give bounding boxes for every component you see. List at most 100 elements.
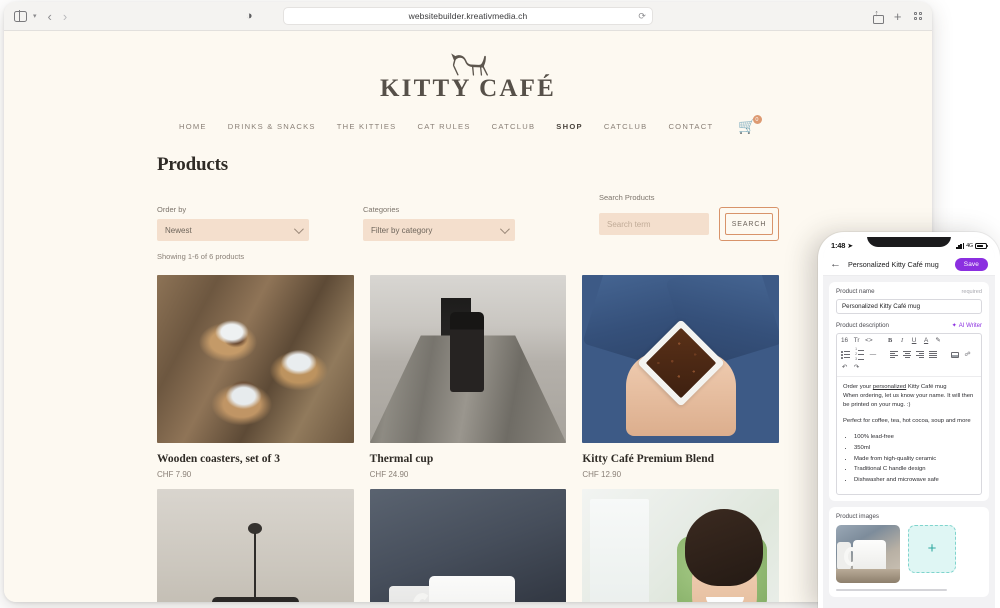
product-image-espresso-cups[interactable] [157,275,354,443]
search-button[interactable]: SEARCH [725,213,773,235]
description-paragraph-3: Perfect for coffee, tea, hot cocoa, soup… [843,418,971,425]
align-right-icon[interactable] [916,351,925,359]
product-image-thermal-cup[interactable] [369,275,567,443]
phone-mockup: 1:48 ➤ 4G ← Personalized Kitty Café mug … [818,232,1000,608]
list-item: 350ml [854,444,975,453]
product-card[interactable]: Wooden coasters, set of 3 CHF 7.90 [157,275,354,479]
press-stem-shape [254,532,257,602]
nav-item-the-kitties[interactable]: THE KITTIES [337,122,397,131]
align-left-icon[interactable] [890,351,899,359]
back-arrow-icon[interactable]: ‹ [48,10,52,23]
categories-field: Categories Filter by category [363,205,515,241]
plus-icon[interactable]: + [894,10,902,23]
categories-value: Filter by category [371,225,433,235]
product-image-thumbnail[interactable] [836,524,900,583]
product-title: Wooden coasters, set of 3 [157,453,280,465]
desc-p1-underlined: personalized [872,383,907,390]
product-name-input[interactable]: Personalized Kitty Café mug [836,299,982,314]
nav-item-catclub[interactable]: CATCLUB [492,122,536,131]
product-image-french-press[interactable] [157,489,354,602]
description-bullet-list: 100% lead-free 350ml Made from high-qual… [843,433,975,485]
product-image-smiling-person[interactable] [582,489,779,602]
bold-icon[interactable]: B [887,337,894,344]
font-size-button[interactable]: 16 [841,337,848,344]
nav-item-cat-rules[interactable]: CAT RULES [417,122,470,131]
phone-screen: 1:48 ➤ 4G ← Personalized Kitty Café mug … [823,237,995,608]
toolbar-row-1: 16 Tr <> B I U A ✎ [841,337,977,344]
url-text: websitebuilder.kreativmedia.ch [408,11,528,21]
redo-icon[interactable]: ↷ [853,364,860,371]
text-color-icon[interactable]: A [923,337,930,344]
insert-image-icon[interactable] [951,351,960,359]
cart-button[interactable]: 🛒 0 [738,115,763,133]
code-icon[interactable]: <> [865,337,872,344]
horizontal-rule-icon[interactable]: — [869,351,876,358]
chevron-down-icon[interactable]: ▾ [33,12,37,20]
forward-arrow-icon[interactable]: › [63,10,67,23]
list-item: Dishwasher and microwave safe [854,476,975,485]
images-scrollbar[interactable] [836,588,947,592]
text-style-icon[interactable]: Tr [853,337,860,344]
order-by-select[interactable]: Newest [157,219,309,241]
product-card[interactable]: Kitty Café Premium Blend CHF 12.90 [582,275,779,479]
editor-content[interactable]: Order your personalized Kitty Café mug W… [837,377,981,494]
press-body-shape [212,596,299,602]
chevron-down-icon [293,223,304,234]
address-bar[interactable]: websitebuilder.kreativmedia.ch ⟳ [283,7,653,25]
desc-p1-pre: Order your [843,383,873,390]
nav-item-catclub-2[interactable]: CATCLUB [604,122,648,131]
align-center-icon[interactable] [903,351,912,359]
nav-item-shop[interactable]: SHOP [556,122,583,131]
italic-icon[interactable]: I [899,337,906,344]
categories-select[interactable]: Filter by category [363,219,515,241]
add-image-button[interactable]: + [908,524,956,573]
align-justify-icon[interactable] [929,351,938,359]
underline-icon[interactable]: U [911,337,918,344]
required-badge: required [961,289,982,295]
rich-text-editor: 16 Tr <> B I U A ✎ 1 2 3 — ☍ ↶ ↷ Order y… [836,333,982,495]
desc-p2: When ordering, let us know your name. It… [843,392,974,409]
reader-view-icon[interactable]: ◑ [246,10,253,22]
product-card[interactable] [582,489,779,602]
numbered-list-icon[interactable]: 123 [855,347,865,361]
product-card[interactable]: Thermal cup CHF 24.90 [369,275,567,479]
back-arrow-icon[interactable]: ← [830,259,841,270]
product-image-white-mug[interactable] [369,489,567,602]
order-by-field: Order by Newest [157,205,309,241]
battery-icon [975,242,989,249]
app-bar-title: Personalized Kitty Café mug [848,260,939,269]
product-price: CHF 24.90 [369,470,409,479]
table-shape [836,568,900,583]
insert-link-icon[interactable]: ☍ [964,351,970,358]
undo-icon[interactable]: ↶ [841,364,848,371]
product-card[interactable] [157,489,354,602]
ai-writer-button[interactable]: ✦ AI Writer [951,322,982,330]
highlight-icon[interactable]: ✎ [935,337,942,344]
tab-overview-icon[interactable] [913,11,922,21]
window-shape [590,499,650,602]
sidebar-toggle-icon[interactable] [14,10,27,22]
search-row: SEARCH [599,207,779,241]
product-editor-card: Product name required Personalized Kitty… [829,282,989,501]
page-title: Products [157,154,228,175]
toolbar-row-3: ↶ ↷ [841,364,977,371]
signal-bars-icon [956,242,965,249]
search-input[interactable] [599,213,709,235]
nav-item-drinks-snacks[interactable]: DRINKS & SNACKS [228,122,316,131]
product-title: Kitty Café Premium Blend [582,453,715,465]
filter-bar: Order by Newest Categories Filter by cat… [157,193,779,241]
shop-content: Products Order by Newest Categories Filt… [4,154,932,602]
location-arrow-icon: ➤ [847,242,854,250]
reload-icon[interactable]: ⟳ [638,11,646,22]
nav-item-contact[interactable]: CONTACT [668,122,713,131]
nav-item-home[interactable]: HOME [179,122,207,131]
bullet-list-icon[interactable] [841,351,851,359]
search-field-group: Search Products SEARCH [599,193,779,241]
share-icon[interactable] [872,8,884,24]
chevron-down-icon [499,223,510,234]
site-logo[interactable]: KITTY CAFÉ [4,31,932,103]
sparkle-icon: ✦ [951,323,957,329]
product-card[interactable] [369,489,567,602]
product-image-coffee-beans[interactable] [582,275,779,443]
save-button[interactable]: Save [954,258,988,271]
